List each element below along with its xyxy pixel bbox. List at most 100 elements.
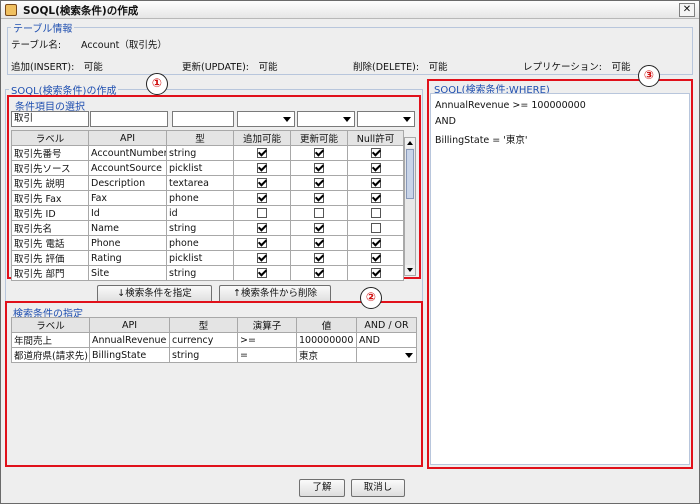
field-label-cell: 取引先 電話 — [11, 235, 89, 251]
andor-value: AND — [359, 334, 380, 346]
cond-label-cell[interactable]: 年間売上 — [11, 332, 90, 348]
checkbox[interactable] — [370, 253, 381, 263]
cond-col-value[interactable]: 値 — [296, 317, 357, 333]
cond-andor-cell[interactable] — [356, 347, 417, 363]
cond-label-cell[interactable]: 都道府県(請求先) — [11, 347, 90, 363]
checkbox[interactable] — [314, 208, 324, 218]
cond-operator-cell[interactable]: >= — [237, 332, 297, 348]
cond-col-label[interactable]: ラベル — [11, 317, 90, 333]
field-table-row[interactable]: 取引先 評価 Rating picklist — [11, 250, 404, 266]
checkbox[interactable] — [257, 223, 267, 233]
checkbox[interactable] — [370, 163, 381, 173]
col-label[interactable]: ラベル — [11, 130, 89, 146]
filter-type-input[interactable] — [172, 111, 234, 127]
checkbox[interactable] — [314, 148, 324, 158]
col-type[interactable]: 型 — [166, 130, 234, 146]
filter-api-input[interactable] — [90, 111, 168, 127]
ok-button[interactable]: 了解 — [299, 479, 345, 497]
checkbox[interactable] — [257, 208, 267, 218]
cond-type-cell[interactable]: string — [169, 347, 238, 363]
col-api[interactable]: API — [88, 130, 167, 146]
checkbox-cell — [233, 145, 291, 161]
cond-api-cell[interactable]: BillingState — [89, 347, 170, 363]
condition-row[interactable]: 都道府県(請求先) BillingState string = 東京 — [11, 347, 417, 363]
chevron-down-icon[interactable] — [405, 353, 413, 358]
checkbox[interactable] — [257, 163, 267, 173]
cond-value-cell[interactable]: 東京 — [296, 347, 357, 363]
field-table-row[interactable]: 取引先 部門 Site string — [11, 265, 404, 281]
title-bar[interactable]: SOQL(検索条件)の作成 ✕ — [1, 1, 699, 19]
checkbox[interactable] — [314, 253, 324, 263]
scroll-down-icon[interactable] — [405, 265, 415, 275]
checkbox-cell — [290, 220, 348, 236]
checkbox[interactable] — [370, 148, 381, 158]
col-insertable[interactable]: 追加可能 — [233, 130, 291, 146]
field-label-cell: 取引先 説明 — [11, 175, 89, 191]
col-nullable[interactable]: Null許可 — [347, 130, 404, 146]
checkbox-cell — [347, 250, 404, 266]
cancel-button[interactable]: 取消し — [351, 479, 405, 497]
cond-col-api[interactable]: API — [89, 317, 170, 333]
checkbox[interactable] — [370, 208, 381, 218]
checkbox[interactable] — [314, 178, 324, 188]
cond-col-andor[interactable]: AND / OR — [356, 317, 417, 333]
checkbox[interactable] — [257, 178, 267, 188]
field-table-row[interactable]: 取引先 ID Id id — [11, 205, 404, 221]
checkbox-cell — [290, 235, 348, 251]
checkbox[interactable] — [257, 238, 267, 248]
filter-nullable-select[interactable] — [357, 111, 415, 127]
checkbox-cell — [233, 175, 291, 191]
field-table-row[interactable]: 取引先ソース AccountSource picklist — [11, 160, 404, 176]
field-api-cell: Rating — [88, 250, 167, 266]
field-table-row[interactable]: 取引先名 Name string — [11, 220, 404, 236]
where-clause-text[interactable]: AnnualRevenue >= 100000000 AND BillingSt… — [430, 93, 690, 465]
scroll-thumb[interactable] — [406, 149, 414, 199]
checkbox[interactable] — [257, 148, 267, 158]
cond-operator-cell[interactable]: = — [237, 347, 297, 363]
checkbox[interactable] — [370, 268, 381, 278]
cond-col-type[interactable]: 型 — [169, 317, 238, 333]
field-type-cell: string — [166, 145, 234, 161]
checkbox[interactable] — [314, 223, 324, 233]
checkbox[interactable] — [314, 163, 324, 173]
field-api-cell: AccountSource — [88, 160, 167, 176]
field-table-row[interactable]: 取引先 説明 Description textarea — [11, 175, 404, 191]
field-table-row[interactable]: 取引先 電話 Phone phone — [11, 235, 404, 251]
cond-api-cell[interactable]: AnnualRevenue — [89, 332, 170, 348]
field-table-row[interactable]: 取引先番号 AccountNumber string — [11, 145, 404, 161]
field-type-cell: picklist — [166, 160, 234, 176]
checkbox-cell — [233, 190, 291, 206]
field-table: ラベル API 型 追加可能 更新可能 Null許可 取引先番号 AccountN… — [11, 130, 404, 281]
checkbox[interactable] — [370, 193, 381, 203]
checkbox[interactable] — [370, 178, 381, 188]
table-name-label: テーブル名: — [11, 40, 62, 51]
filter-insertable-select[interactable] — [237, 111, 295, 127]
checkbox[interactable] — [314, 238, 324, 248]
field-table-row[interactable]: 取引先 Fax Fax phone — [11, 190, 404, 206]
cond-type-cell[interactable]: currency — [169, 332, 238, 348]
checkbox[interactable] — [314, 193, 324, 203]
where-line: BillingState = '東京' — [435, 135, 528, 146]
filter-updatable-select[interactable] — [297, 111, 355, 127]
field-type-cell: textarea — [166, 175, 234, 191]
field-table-scrollbar[interactable] — [404, 137, 416, 276]
field-label-cell: 取引先番号 — [11, 145, 89, 161]
condition-row[interactable]: 年間売上 AnnualRevenue currency >= 100000000 AND — [11, 332, 417, 348]
checkbox[interactable] — [257, 193, 267, 203]
checkbox[interactable] — [314, 268, 324, 278]
cond-value-cell[interactable]: 100000000 — [296, 332, 357, 348]
filter-label-input[interactable]: 取引 — [11, 111, 89, 127]
checkbox[interactable] — [370, 238, 381, 248]
checkbox[interactable] — [257, 268, 267, 278]
cond-andor-cell[interactable]: AND — [356, 332, 417, 348]
checkbox[interactable] — [370, 223, 381, 233]
checkbox-cell — [290, 160, 348, 176]
col-updatable[interactable]: 更新可能 — [290, 130, 348, 146]
checkbox[interactable] — [257, 253, 267, 263]
close-button[interactable]: ✕ — [679, 3, 695, 17]
soql-builder-window: SOQL(検索条件)の作成 ✕ テーブル情報 テーブル名: Account（取引… — [0, 0, 700, 504]
field-type-cell: phone — [166, 235, 234, 251]
scroll-up-icon[interactable] — [405, 138, 415, 148]
cond-col-operator[interactable]: 演算子 — [237, 317, 297, 333]
field-type-cell: picklist — [166, 250, 234, 266]
